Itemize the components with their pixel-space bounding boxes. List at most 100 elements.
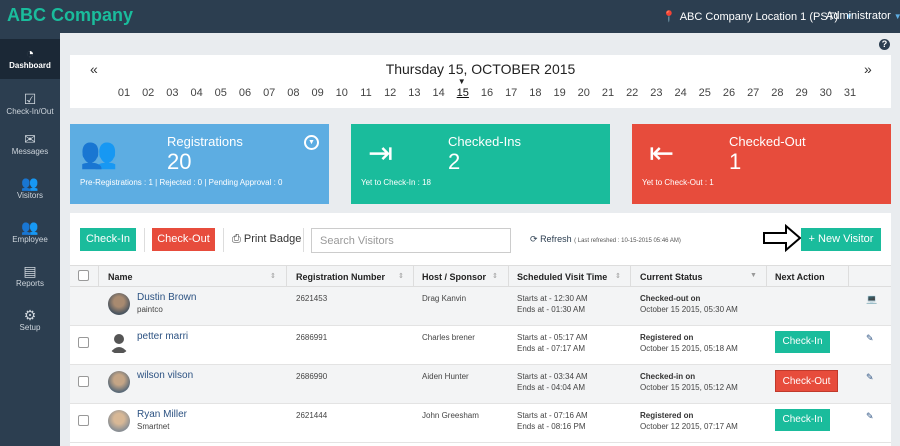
checkin-button[interactable]: Check-In [80,228,136,251]
day-08[interactable]: 08 [283,87,303,99]
row-checkin-button[interactable]: Check-In [775,409,830,431]
day-17[interactable]: 17 [501,87,521,99]
visitor-name[interactable]: Dustin Brown [137,292,196,303]
day-15[interactable]: 15 [453,77,473,99]
visitor-name[interactable]: Ryan Miller [137,409,187,420]
sidebar-item-dashboard[interactable]: ◔ Dashboard [0,39,60,79]
day-02[interactable]: 02 [138,87,158,99]
edit-icon[interactable]: ✎ [866,333,874,344]
table-row[interactable]: wilson vilson 2686990 Aiden Hunter Start… [70,365,891,404]
day-05[interactable]: 05 [211,87,231,99]
arrow-right-icon [763,224,802,252]
day-21[interactable]: 21 [598,87,618,99]
day-11[interactable]: 11 [356,87,376,99]
checkout-button[interactable]: Check-Out [152,228,215,251]
day-16[interactable]: 16 [477,87,497,99]
sidebar-item-visitors[interactable]: 👥 Visitors [0,169,60,209]
next-month-button[interactable]: » [864,61,872,77]
day-13[interactable]: 13 [404,87,424,99]
day-12[interactable]: 12 [380,87,400,99]
row-checkbox[interactable] [78,376,89,387]
brand-logo[interactable]: ABC Company [7,5,133,26]
col-host[interactable]: Host / Sponsor [422,272,486,282]
select-all-checkbox[interactable] [78,270,89,281]
new-visitor-button[interactable]: + New Visitor [801,228,881,251]
sidebar-item-label: Setup [19,323,41,332]
day-09[interactable]: 09 [308,87,328,99]
day-25[interactable]: 25 [695,87,715,99]
day-31[interactable]: 31 [840,87,860,99]
card-title: Checked-Out [729,134,806,149]
sidebar-item-employee[interactable]: 👥 Employee [0,213,60,253]
avatar [108,410,130,432]
sort-icon[interactable]: ⇕ [398,272,404,280]
day-01[interactable]: 01 [114,87,134,99]
sidebar-item-setup[interactable]: ⚙ Setup [0,301,60,341]
card-subtext: Yet to Check-Out : 1 [642,178,714,187]
visitor-name[interactable]: wilson vilson [137,370,193,381]
help-icon[interactable]: ? [879,39,890,50]
caret-down-icon[interactable]: ▼ [750,272,757,279]
gear-icon: ⚙ [23,307,37,323]
employee-icon: 👥 [21,219,39,235]
table-row[interactable]: Dustin Brown paintco 2621453 Drag Kanvin… [70,287,891,326]
envelope-icon: ✉ [24,131,36,147]
day-30[interactable]: 30 [816,87,836,99]
edit-icon[interactable]: ✎ [866,372,874,383]
card-title: Registrations [167,134,243,149]
day-22[interactable]: 22 [622,87,642,99]
day-04[interactable]: 04 [187,87,207,99]
sidebar-item-reports[interactable]: ▤ Reports [0,257,60,297]
day-07[interactable]: 07 [259,87,279,99]
row-checkbox[interactable] [78,415,89,426]
row-checkin-button[interactable]: Check-In [775,331,830,353]
day-20[interactable]: 20 [574,87,594,99]
day-24[interactable]: 24 [671,87,691,99]
day-29[interactable]: 29 [792,87,812,99]
refresh-icon: ⟳ [530,234,538,244]
col-registration[interactable]: Registration Number [296,272,385,282]
row-checkout-button[interactable]: Check-Out [775,370,838,392]
col-visit-time[interactable]: Scheduled Visit Time [517,272,607,282]
col-status[interactable]: Current Status [640,272,703,282]
day-03[interactable]: 03 [162,87,182,99]
card-value: 1 [729,149,742,174]
host-name: Aiden Hunter [422,372,469,381]
avatar [108,371,130,393]
day-14[interactable]: 14 [429,87,449,99]
day-06[interactable]: 06 [235,87,255,99]
row-checkbox[interactable] [78,337,89,348]
visit-start: Starts at - 07:16 AM [517,411,588,420]
day-23[interactable]: 23 [646,87,666,99]
chevron-down-icon[interactable]: ▼ [304,135,319,150]
day-19[interactable]: 19 [550,87,570,99]
sort-icon[interactable]: ⇕ [615,272,621,280]
sidebar-item-checkin[interactable]: ☑ Check-In/Out [0,85,60,125]
sidebar-item-label: Reports [15,279,44,288]
sort-icon[interactable]: ⇕ [492,272,498,280]
sidebar-item-messages[interactable]: ✉ Messages [0,125,60,165]
day-27[interactable]: 27 [743,87,763,99]
host-name: Charles brener [422,333,475,342]
edit-icon[interactable]: ✎ [866,411,874,422]
table-row[interactable]: Ryan Miller Smartnet 2621444 John Greesh… [70,404,891,443]
day-26[interactable]: 26 [719,87,739,99]
table-row[interactable]: petter marri 2686991 Charles brener Star… [70,326,891,365]
laptop-icon[interactable]: 💻 [866,294,877,305]
checkedout-card: ⇤ Checked-Out 1 Yet to Check-Out : 1 [632,124,891,204]
refresh-button[interactable]: ⟳ Refresh ( Last refreshed : 10-15-2015 … [530,234,681,245]
print-badge-button[interactable]: ⎙ Print Badge [232,233,301,246]
host-name: John Greesham [422,411,479,420]
user-menu[interactable]: Administrator ▼ [826,10,900,22]
sort-icon[interactable]: ⇕ [270,272,276,280]
search-input[interactable]: Search Visitors [311,228,511,253]
day-10[interactable]: 10 [332,87,352,99]
status-date: October 15 2015, 05:12 AM [640,383,738,392]
location-selector[interactable]: 📍 ABC Company Location 1 (PST) ▼ [662,10,853,24]
visitor-name[interactable]: petter marri [137,331,188,342]
day-28[interactable]: 28 [767,87,787,99]
col-next-action: Next Action [775,272,825,282]
map-marker-icon: 📍 [662,11,676,23]
day-18[interactable]: 18 [525,87,545,99]
col-name[interactable]: Name [108,272,133,282]
